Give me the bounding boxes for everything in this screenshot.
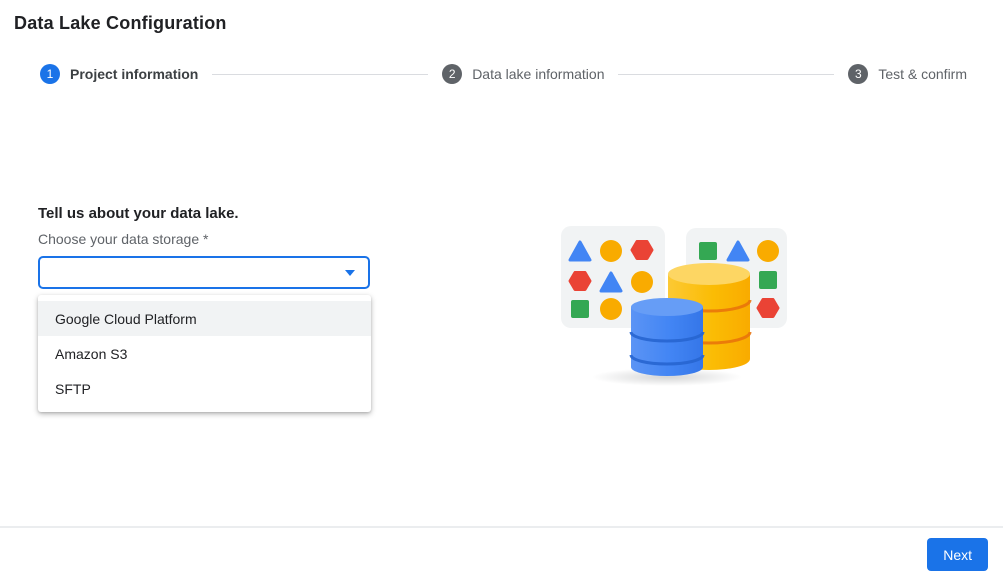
next-button[interactable]: Next: [927, 538, 988, 571]
circle-shape: [600, 298, 622, 320]
menu-item-amazon-s3[interactable]: Amazon S3: [38, 336, 371, 371]
step-1-badge: 1: [40, 64, 60, 84]
blue-database-cylinder: [631, 298, 703, 376]
square-shape: [571, 300, 589, 318]
menu-item-sftp[interactable]: SFTP: [38, 371, 371, 406]
step-1-label: Project information: [70, 66, 198, 82]
step-3-label: Test & confirm: [878, 66, 967, 82]
step-data-lake-information[interactable]: 2 Data lake information: [442, 64, 604, 84]
footer-divider: [0, 526, 1003, 528]
square-shape: [699, 242, 717, 260]
hexagon-shape: [758, 300, 778, 317]
page-title: Data Lake Configuration: [14, 13, 227, 34]
step-test-and-confirm[interactable]: 3 Test & confirm: [848, 64, 967, 84]
dropdown-caret-icon: [345, 270, 355, 276]
stepper: 1 Project information 2 Data lake inform…: [40, 63, 967, 85]
data-lake-databases-illustration: [555, 215, 805, 395]
data-storage-select[interactable]: [38, 256, 370, 289]
menu-item-google-cloud-platform[interactable]: Google Cloud Platform: [38, 301, 371, 336]
step-project-information[interactable]: 1 Project information: [40, 64, 198, 84]
step-2-badge: 2: [442, 64, 462, 84]
step-2-label: Data lake information: [472, 66, 604, 82]
step-3-badge: 3: [848, 64, 868, 84]
data-storage-field-label: Choose your data storage *: [38, 231, 208, 247]
hexagon-shape: [632, 242, 652, 259]
square-shape: [759, 271, 777, 289]
step-connector: [618, 74, 834, 75]
data-storage-dropdown-menu: Google Cloud Platform Amazon S3 SFTP: [38, 295, 371, 412]
form-heading: Tell us about your data lake.: [38, 205, 239, 222]
circle-shape: [757, 240, 779, 262]
hexagon-shape: [570, 273, 590, 290]
circle-shape: [600, 240, 622, 262]
step-connector: [212, 74, 428, 75]
circle-shape: [631, 271, 653, 293]
